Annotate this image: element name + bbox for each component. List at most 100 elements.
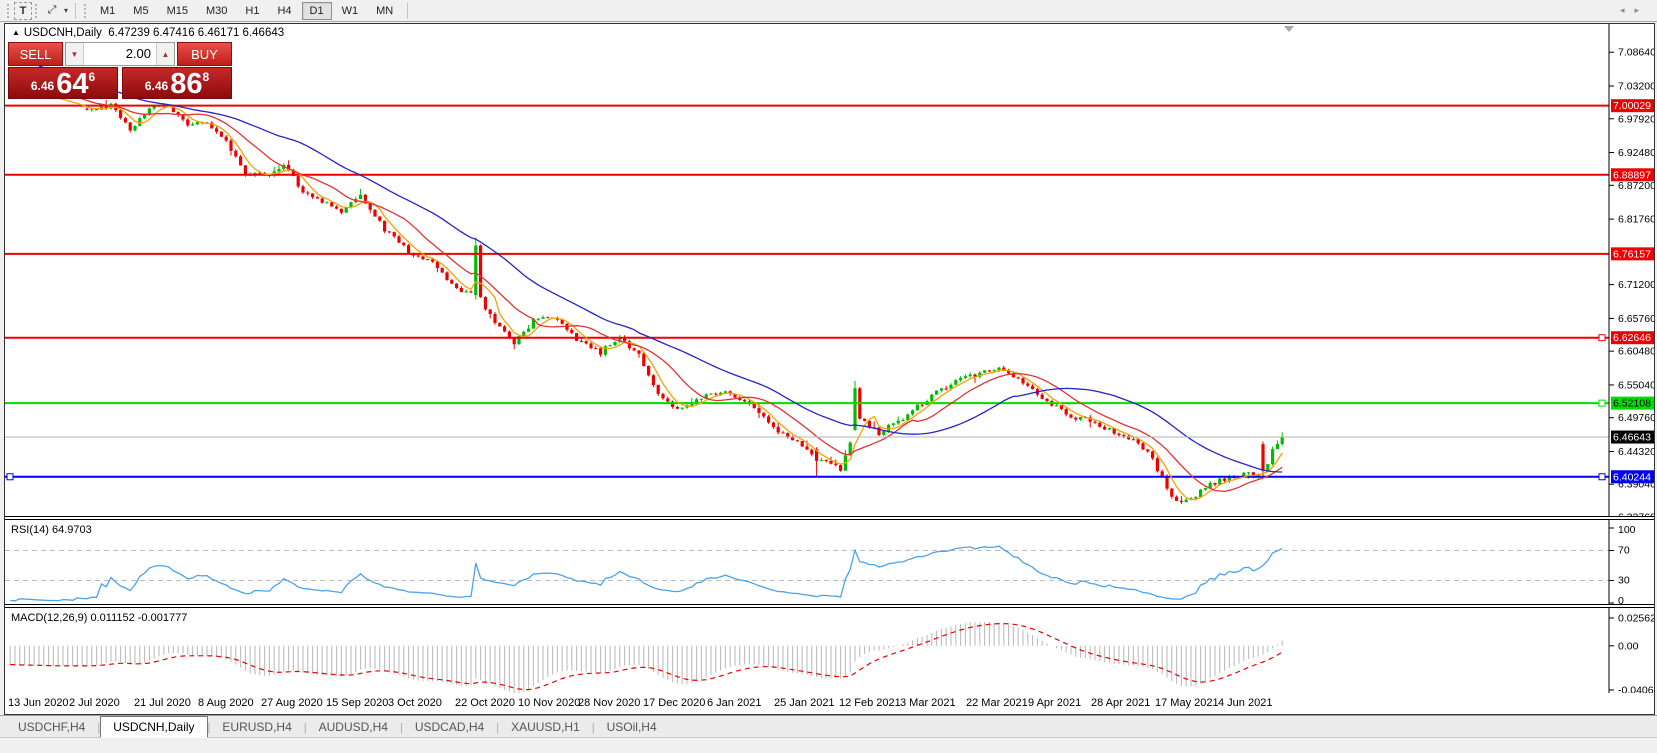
date-tick-label: 22 Oct 2020 [455,697,515,709]
rsi-tick-label: 0 [1618,595,1624,604]
price-tick-label: 7.03200 [1618,81,1654,93]
chart-tab-usdcnh[interactable]: USDCNH,Daily [100,716,207,738]
time-axis[interactable]: 13 Jun 20202 Jul 202021 Jul 20208 Aug 20… [5,693,1654,714]
macd-tick-label: 0.00 [1618,640,1639,652]
date-tick-label: 4 Jun 2021 [1218,697,1272,709]
styler-icon[interactable]: ⤢ [42,2,62,20]
price-chart-canvas[interactable]: 7.086407.032006.979206.924806.872006.817… [5,24,1654,516]
timeframe-button-w1[interactable]: W1 [334,2,367,20]
date-tick-label: 3 Mar 2021 [900,697,956,709]
rsi-line [10,546,1282,601]
mt4-application-window: T ⤢ ▾ M1M5M15M30H1H4D1W1MN ▲ USDCNH,Daily… [0,0,1657,753]
level-line-handle[interactable] [7,474,13,480]
volume-increase-icon[interactable]: ▲ [156,43,174,65]
chart-tab-bar: USDCHF,H4|USDCNH,Daily|EURUSD,H4|AUDUSD,… [0,715,1657,737]
moving-average-lines [10,56,1282,500]
chart-title: ▲ USDCNH,Daily 6.47239 6.47416 6.46171 6.… [12,27,284,39]
timeframe-button-m5[interactable]: M5 [125,2,156,20]
date-tick-label: 8 Aug 2020 [198,697,254,709]
chart-ohlc-values: 6.47239 6.47416 6.46171 6.46643 [108,27,284,39]
rsi-axis: 100 70 30 0 [1609,520,1636,604]
date-tick-label: 27 Aug 2020 [261,697,323,709]
toolbar-grip[interactable] [84,4,88,18]
chart-tab-eurusd[interactable]: EURUSD,H4 [210,717,303,737]
price-tick-label: 6.33760 [1618,512,1654,516]
timeframe-button-d1[interactable]: D1 [302,2,332,20]
timeframe-button-h4[interactable]: H4 [269,2,299,20]
volume-input[interactable]: 2.00 [84,43,156,65]
chart-tab-usdchf[interactable]: USDCHF,H4 [6,717,97,737]
candles [85,100,1283,504]
horizontal-level-lines [5,106,1609,480]
chart-shift-marker[interactable] [1284,26,1294,32]
price-tick-label: 6.97920 [1618,113,1654,125]
tab-scroll-right-icon[interactable]: ▸ [1634,5,1649,15]
date-tick-label: 13 Jun 2020 [8,697,69,709]
sell-price-big: 64 [56,72,88,97]
macd-label: MACD(12,26,9) 0.011152 -0.001777 [11,612,187,624]
macd-panel-canvas[interactable]: MACD(12,26,9) 0.011152 -0.001777 0.02562… [5,608,1654,693]
price-tick-label: 6.71200 [1618,279,1654,291]
timeframe-button-mn[interactable]: MN [368,2,401,20]
macd-signal-line [10,624,1282,690]
buy-button[interactable]: BUY [177,42,232,66]
timeframe-button-m15[interactable]: M15 [159,2,196,20]
price-tick-label: 6.49760 [1618,412,1654,424]
buy-price-prefix: 6.46 [145,79,168,93]
chart-tab-usdcad[interactable]: USDCAD,H4 [403,717,496,737]
price-tick-label: 6.87200 [1618,180,1654,192]
macd-histogram [10,622,1282,693]
rsi-tick-label: 100 [1618,524,1636,536]
price-tick-label: 6.44320 [1618,446,1654,458]
toolbar: T ⤢ ▾ M1M5M15M30H1H4D1W1MN [0,0,1657,22]
chart-symbol-label: USDCNH,Daily [24,27,102,39]
tab-scroll-left-icon[interactable]: ◂ [1620,5,1635,15]
level-line-handle[interactable] [1599,474,1605,480]
timeframe-button-group: M1M5M15M30H1H4D1W1MN [91,2,402,20]
sell-price-sup: 6 [88,70,95,84]
text-tool-icon[interactable]: T [14,2,32,20]
level-price-label: 7.00029 [1613,100,1651,112]
price-tick-label: 7.08640 [1618,47,1654,59]
macd-tick-label: -0.040687 [1618,684,1654,693]
date-tick-label: 2 Jul 2020 [69,697,120,709]
date-tick-label: 17 May 2021 [1155,697,1219,709]
timeframe-button-m30[interactable]: M30 [198,2,235,20]
date-tick-label: 22 Mar 2021 [966,697,1028,709]
date-tick-label: 3 Oct 2020 [388,697,442,709]
date-tick-label: 25 Jan 2021 [774,697,835,709]
level-line-handle[interactable] [1599,335,1605,341]
toolbar-separator [75,3,76,19]
date-tick-label: 9 Apr 2021 [1028,697,1081,709]
chart-expand-icon[interactable]: ▲ [12,28,20,37]
date-tick-label: 6 Jan 2021 [707,697,761,709]
buy-price-display[interactable]: 6.46 86 8 [122,67,232,99]
level-price-label: 6.62646 [1613,332,1651,344]
level-price-label: 6.52108 [1613,398,1651,410]
chart-tab-usoil[interactable]: USOil,H4 [595,717,669,737]
date-tick-label: 15 Sep 2020 [326,697,388,709]
rsi-tick-label: 70 [1618,545,1630,557]
sell-button[interactable]: SELL [8,42,63,66]
sell-price-prefix: 6.46 [31,79,54,93]
rsi-panel-canvas[interactable]: RSI(14) 64.9703 10070300 [5,520,1654,604]
rsi-tick-label: 30 [1618,575,1630,587]
current-price-label: 6.46643 [1613,432,1651,444]
tab-scroll-arrows[interactable]: ◂▸ [1620,5,1649,16]
volume-decrease-icon[interactable]: ▼ [66,43,84,65]
price-tick-label: 6.60480 [1618,346,1654,358]
timeframe-button-h1[interactable]: H1 [237,2,267,20]
date-tick-label: 28 Nov 2020 [578,697,640,709]
sell-price-display[interactable]: 6.46 64 6 [8,67,118,99]
buy-price-big: 86 [170,72,202,97]
toolbar-grip[interactable] [35,4,39,18]
level-price-label: 6.76157 [1613,248,1651,260]
level-line-handle[interactable] [1599,400,1605,406]
chart-tab-xauusd[interactable]: XAUUSD,H1 [499,717,592,737]
styler-dropdown-icon[interactable]: ▾ [62,6,70,15]
timeframe-button-m1[interactable]: M1 [92,2,123,20]
chart-tab-audusd[interactable]: AUDUSD,H4 [307,717,400,737]
one-click-trade-panel: SELL ▼ 2.00 ▲ BUY 6.46 64 6 6.46 86 8 [8,42,232,99]
toolbar-grip[interactable] [7,4,11,18]
level-price-label: 6.88897 [1613,169,1651,181]
